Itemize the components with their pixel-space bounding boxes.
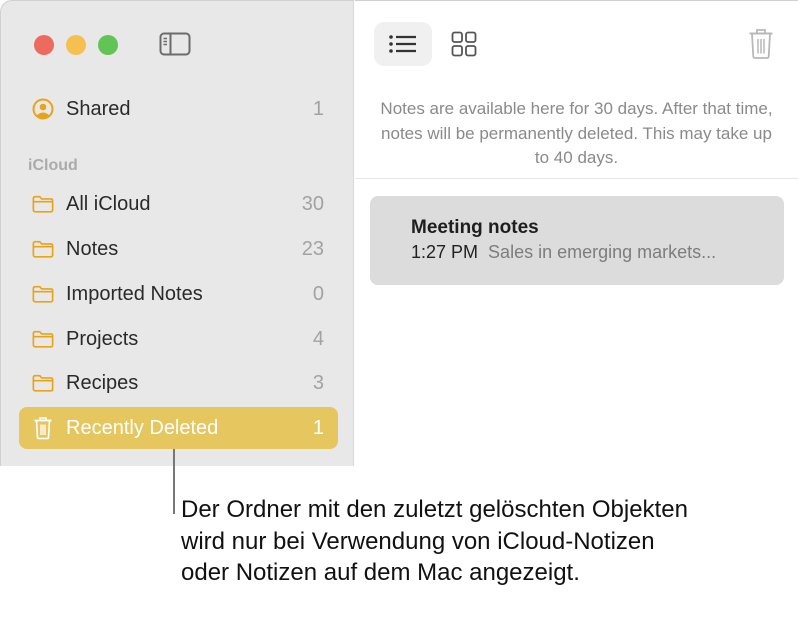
sidebar-item-projects[interactable]: Projects 4 (19, 318, 338, 360)
list-view-button[interactable] (374, 22, 432, 66)
callout-text: Der Ordner mit den zuletzt gelöschten Ob… (181, 496, 688, 586)
minimize-button[interactable] (66, 35, 86, 55)
note-snippet: Sales in emerging markets... (488, 242, 717, 262)
sidebar-item-count: 30 (301, 192, 324, 215)
sidebar-item-count: 0 (312, 282, 324, 305)
sidebar-item-count: 1 (312, 416, 324, 439)
list-view-icon (389, 35, 416, 53)
sidebar-item-recently-deleted[interactable]: Recently Deleted 1 (19, 407, 338, 449)
note-meta: 1:27 PM Sales in emerging markets... (411, 240, 784, 264)
notes-window: Shared 1 iCloud All iCloud 30 Notes 23 I… (0, 0, 798, 466)
callout-line (173, 449, 175, 514)
folder-icon (32, 372, 54, 394)
sidebar-item-count: 3 (312, 371, 324, 394)
trash-icon (32, 417, 54, 440)
sidebar-item-imported-notes[interactable]: Imported Notes 0 (19, 273, 338, 315)
sidebar-item-label: Shared (66, 97, 131, 120)
sidebar-item-count: 1 (312, 97, 324, 120)
divider (355, 178, 798, 179)
folder-icon (32, 328, 54, 350)
sidebar-item-recipes[interactable]: Recipes 3 (19, 362, 338, 404)
sidebar-toggle-button[interactable] (159, 32, 191, 56)
person-circle-icon (32, 98, 54, 120)
sidebar-item-notes[interactable]: Notes 23 (19, 228, 338, 270)
sidebar-item-label: Recipes (66, 371, 139, 394)
sidebar-item-count: 4 (312, 327, 324, 350)
section-header-icloud: iCloud (28, 157, 78, 174)
folder-icon (32, 283, 54, 305)
window-controls (34, 35, 118, 55)
sidebar-item-label: Imported Notes (66, 282, 203, 305)
folder-icon (32, 238, 54, 260)
notes-list-pane: Notes are available here for 30 days. Af… (355, 0, 798, 466)
recently-deleted-info: Notes are available here for 30 days. Af… (380, 99, 773, 167)
sidebar-item-label: All iCloud (66, 192, 151, 215)
close-button[interactable] (34, 35, 54, 55)
folder-icon (32, 193, 54, 215)
delete-note-button[interactable] (746, 27, 776, 61)
sidebar-item-label: Notes (66, 237, 119, 260)
note-title: Meeting notes (411, 217, 539, 238)
gallery-view-button[interactable] (435, 22, 493, 66)
sidebar-item-all-icloud[interactable]: All iCloud 30 (19, 183, 338, 225)
sidebar-item-shared[interactable]: Shared 1 (19, 88, 338, 130)
trash-icon (749, 29, 773, 59)
sidebar-item-count: 23 (301, 237, 324, 260)
note-time: 1:27 PM (411, 242, 479, 262)
zoom-button[interactable] (98, 35, 118, 55)
gallery-view-icon (451, 31, 477, 57)
sidebar-toggle-icon (159, 32, 191, 56)
sidebar-item-label: Projects (66, 327, 139, 350)
note-list-item[interactable]: Meeting notes 1:27 PM Sales in emerging m… (370, 196, 784, 285)
sidebar-item-label: Recently Deleted (66, 416, 219, 439)
sidebar: Shared 1 iCloud All iCloud 30 Notes 23 I… (0, 0, 354, 466)
